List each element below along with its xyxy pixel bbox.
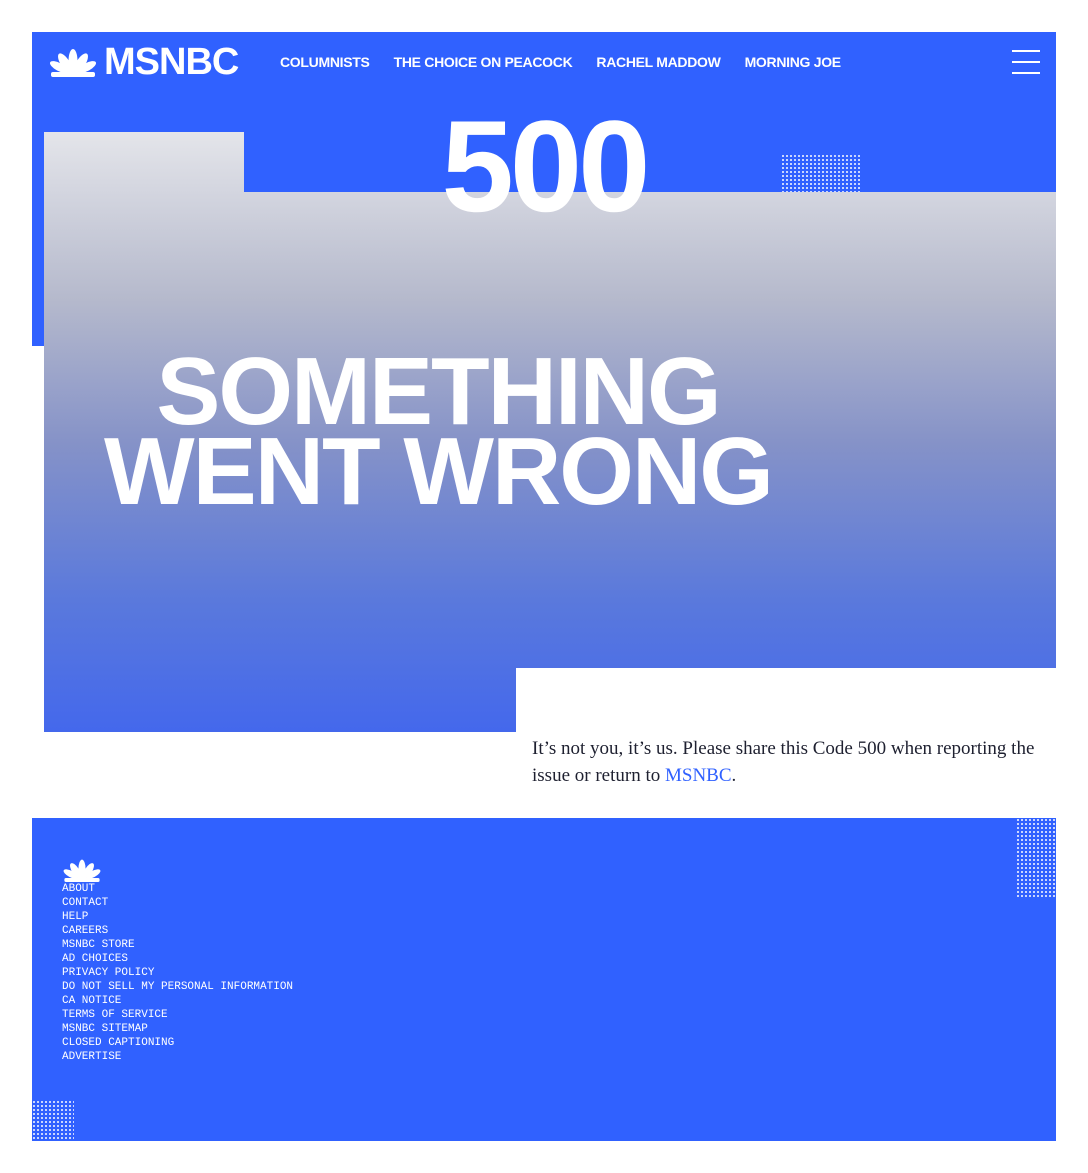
footer-link-contact[interactable]: CONTACT bbox=[62, 896, 293, 910]
footer-link-do-not-sell[interactable]: DO NOT SELL MY PERSONAL INFORMATION bbox=[62, 980, 293, 994]
footer-link-careers[interactable]: CAREERS bbox=[62, 924, 293, 938]
footer-link-msnbc-store[interactable]: MSNBC STORE bbox=[62, 938, 293, 952]
nav-rachel-maddow[interactable]: RACHEL MADDOW bbox=[596, 54, 720, 70]
logo-wordmark: MSNBC bbox=[104, 41, 239, 83]
site-footer: ABOUT CONTACT HELP CAREERS MSNBC STORE A… bbox=[32, 818, 1056, 1141]
dot-pattern-decoration bbox=[32, 1100, 74, 1140]
dot-pattern-decoration bbox=[1016, 818, 1056, 898]
peacock-icon bbox=[49, 49, 97, 77]
footer-link-terms-of-service[interactable]: TERMS OF SERVICE bbox=[62, 1008, 293, 1022]
menu-line bbox=[1012, 61, 1040, 63]
hamburger-menu-icon[interactable] bbox=[1012, 50, 1040, 74]
menu-line bbox=[1012, 72, 1040, 74]
error-headline: SOMETHING WENT WRONG bbox=[88, 344, 788, 525]
footer-link-ad-choices[interactable]: AD CHOICES bbox=[62, 952, 293, 966]
footer-link-closed-captioning[interactable]: CLOSED CAPTIONING bbox=[62, 1036, 293, 1050]
footer-link-ca-notice[interactable]: CA NOTICE bbox=[62, 994, 293, 1008]
msnbc-home-link[interactable]: MSNBC bbox=[665, 765, 732, 786]
nav-the-choice-on-peacock[interactable]: THE CHOICE ON PEACOCK bbox=[394, 54, 573, 70]
message-period: . bbox=[731, 765, 737, 786]
nav-columnists[interactable]: COLUMNISTS bbox=[280, 54, 370, 70]
message-text: It’s not you, it’s us. Please share this… bbox=[532, 738, 1035, 786]
nav-morning-joe[interactable]: MORNING JOE bbox=[745, 54, 842, 70]
footer-link-msnbc-sitemap[interactable]: MSNBC SITEMAP bbox=[62, 1022, 293, 1036]
footer-link-advertise[interactable]: ADVERTISE bbox=[62, 1050, 293, 1064]
msnbc-logo[interactable]: MSNBC bbox=[48, 41, 239, 83]
error-code: 500 bbox=[441, 93, 651, 239]
main-nav: COLUMNISTS THE CHOICE ON PEACOCK RACHEL … bbox=[280, 54, 841, 70]
menu-line bbox=[1012, 50, 1040, 52]
peacock-icon[interactable] bbox=[62, 858, 102, 882]
footer-link-about[interactable]: ABOUT bbox=[62, 882, 293, 896]
footer-link-help[interactable]: HELP bbox=[62, 910, 293, 924]
site-header: MSNBC COLUMNISTS THE CHOICE ON PEACOCK R… bbox=[32, 32, 1056, 92]
footer-link-privacy-policy[interactable]: PRIVACY POLICY bbox=[62, 966, 293, 980]
footer-links: ABOUT CONTACT HELP CAREERS MSNBC STORE A… bbox=[62, 882, 293, 1064]
error-message: It’s not you, it’s us. Please share this… bbox=[532, 735, 1052, 789]
headline-line-2: WENT WRONG bbox=[104, 418, 774, 525]
